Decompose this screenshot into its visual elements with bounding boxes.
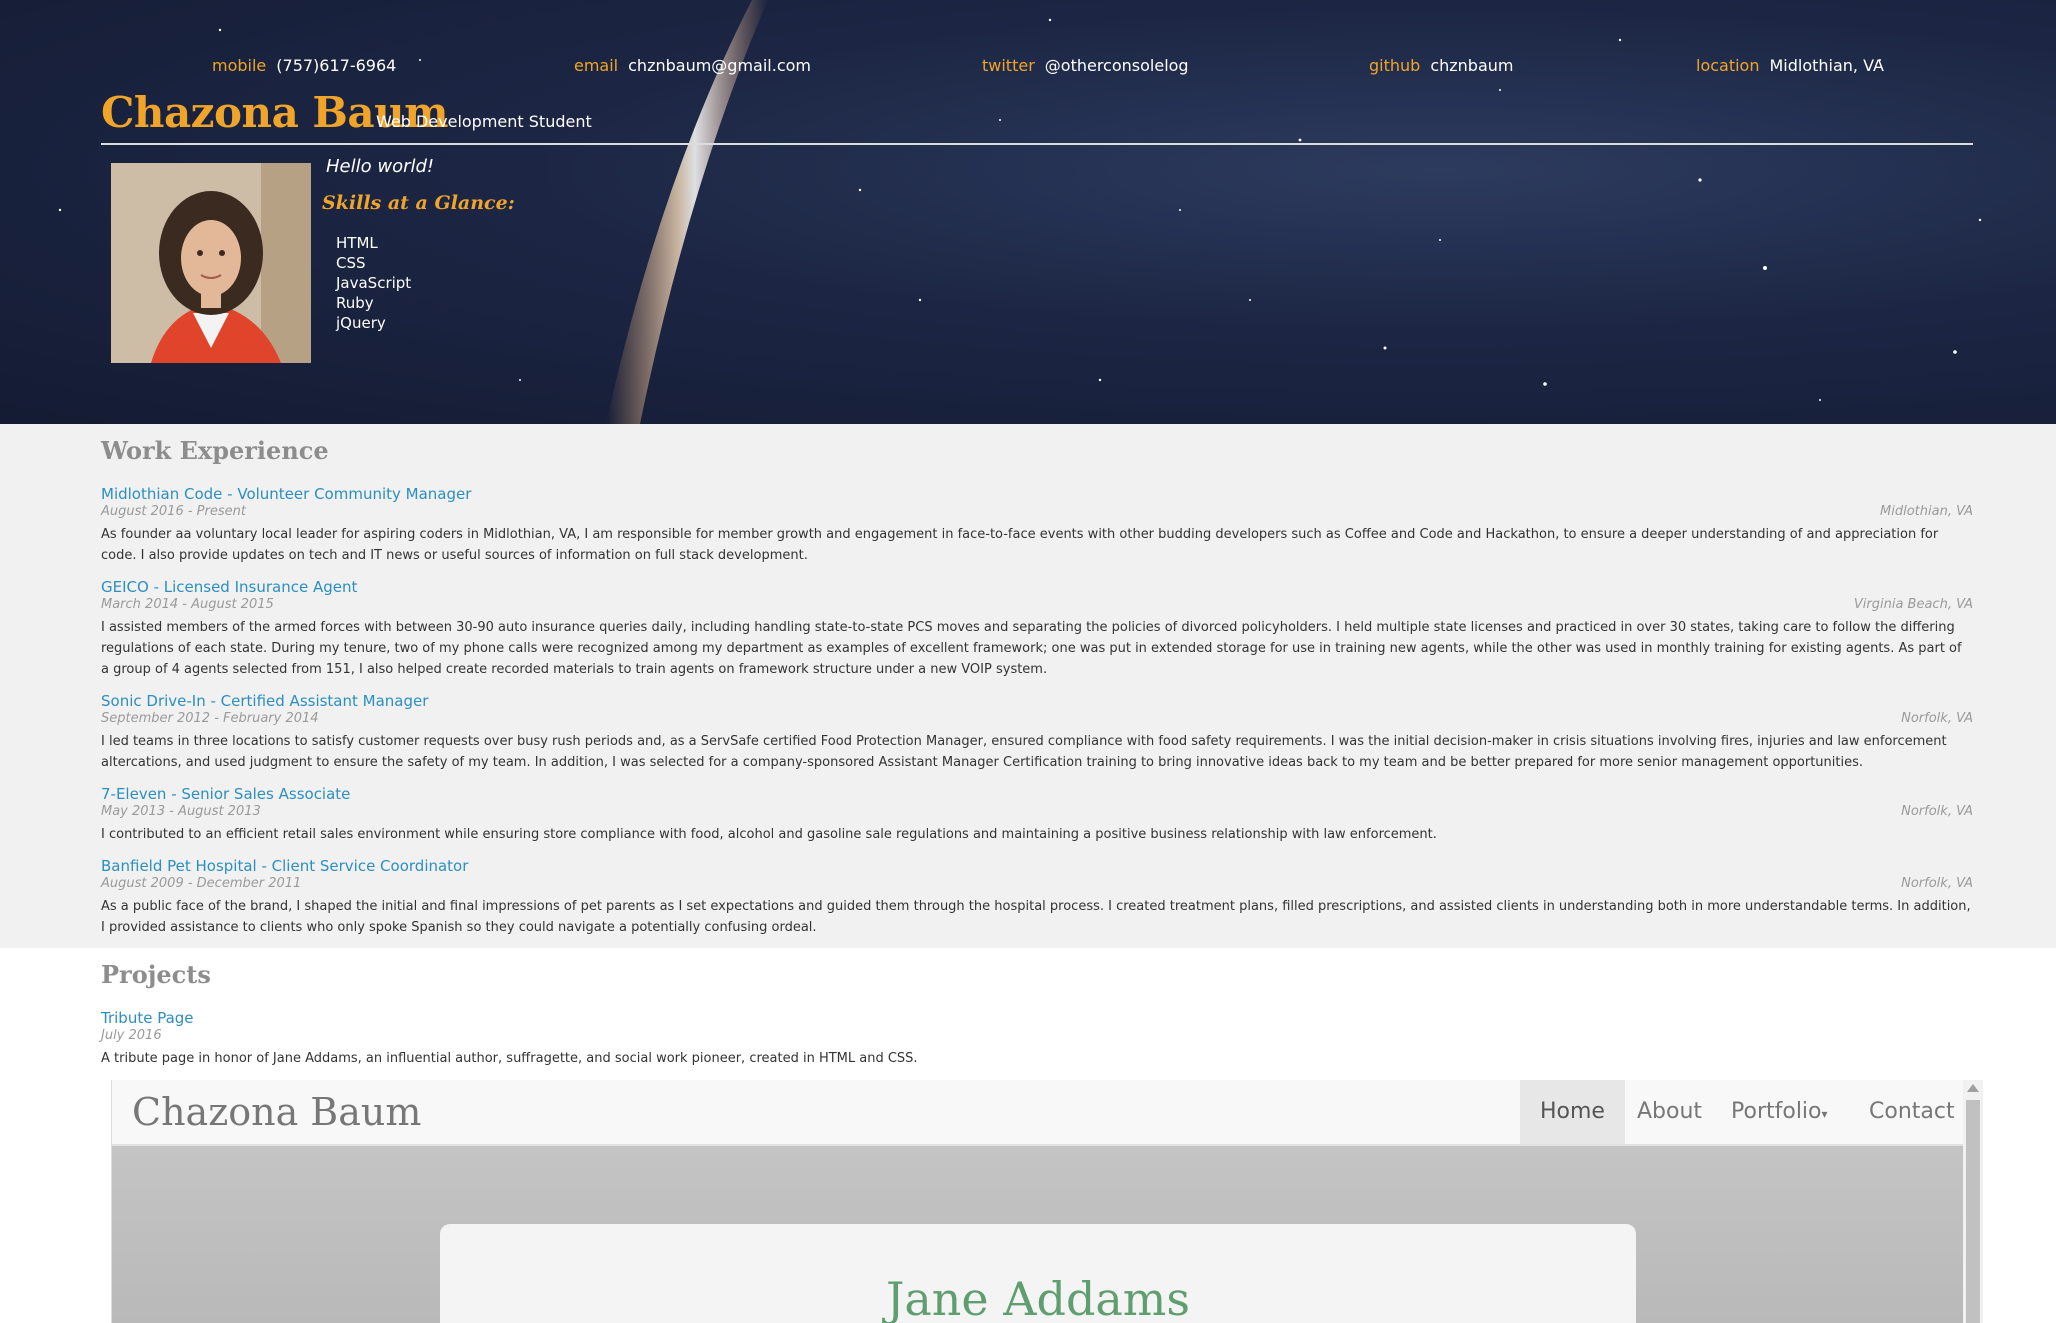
greeting-text: Hello world! — [326, 156, 435, 177]
preview-nav-home[interactable]: Home — [1520, 1080, 1625, 1144]
contact-label: twitter — [982, 56, 1035, 75]
scrollbar-thumb[interactable] — [1966, 1100, 1980, 1323]
skill-item: JavaScript — [336, 274, 412, 292]
project-date: July 2016 — [101, 1028, 162, 1043]
header-divider — [101, 143, 1973, 145]
job-location: Norfolk, VA — [1901, 876, 1973, 891]
contact-value[interactable]: @otherconsolelog — [1045, 56, 1189, 75]
skill-item: CSS — [336, 254, 366, 272]
contact-label: location — [1696, 56, 1760, 75]
preview-nav-contact[interactable]: Contact — [1849, 1080, 1975, 1144]
preview-brand[interactable]: Chazona Baum — [132, 1090, 421, 1134]
job-description: As a public face of the brand, I shaped … — [101, 899, 1971, 935]
contact-location: location Midlothian, VA — [1696, 56, 1884, 75]
role-subtitle: Web Development Student — [376, 112, 592, 131]
contact-twitter[interactable]: twitter @otherconsolelog — [982, 56, 1189, 75]
preview-navbar: Chazona Baum Home About Portfolio▾ Conta… — [112, 1080, 1964, 1146]
project-title-link[interactable]: Tribute Page — [101, 1008, 1973, 1028]
caret-down-icon: ▾ — [1821, 1107, 1828, 1121]
job-location: Midlothian, VA — [1880, 504, 1973, 519]
work-experience-heading: Work Experience — [101, 436, 329, 465]
job-title-link[interactable]: Sonic Drive-In - Certified Assistant Man… — [101, 691, 1973, 711]
job-entry: Banfield Pet Hospital - Client Service C… — [101, 856, 1973, 938]
work-experience-section: Work Experience Midlothian Code - Volunt… — [0, 424, 2056, 948]
job-location: Norfolk, VA — [1901, 711, 1973, 726]
contact-label: mobile — [212, 56, 267, 75]
contact-mobile: mobile (757)617-6964 — [212, 56, 396, 75]
project-description: A tribute page in honor of Jane Addams, … — [101, 1051, 918, 1066]
job-entry: 7-Eleven - Senior Sales Associate May 20… — [101, 784, 1973, 845]
job-dates: August 2016 - Present — [101, 504, 246, 519]
job-dates: September 2012 - February 2014 — [101, 711, 319, 726]
job-location: Virginia Beach, VA — [1853, 597, 1973, 612]
preview-nav-portfolio-label: Portfolio — [1731, 1099, 1822, 1124]
preview-nav-portfolio[interactable]: Portfolio▾ — [1711, 1080, 1848, 1144]
project-entry: Tribute Page July 2016 A tribute page in… — [101, 1008, 1973, 1069]
job-description: I contributed to an efficient retail sal… — [101, 827, 1437, 842]
header-banner: mobile (757)617-6964 email chznbaum@gmail.… — [0, 0, 2056, 424]
job-title-link[interactable]: 7-Eleven - Senior Sales Associate — [101, 784, 1973, 804]
contact-label: github — [1369, 56, 1421, 75]
job-entry: GEICO - Licensed Insurance Agent March 2… — [101, 577, 1973, 680]
job-description: I led teams in three locations to satisf… — [101, 734, 1947, 770]
job-dates: May 2013 - August 2013 — [101, 804, 261, 819]
job-title-link[interactable]: Banfield Pet Hospital - Client Service C… — [101, 856, 1973, 876]
contact-value: Midlothian, VA — [1769, 56, 1884, 75]
skill-item: jQuery — [336, 314, 386, 332]
scroll-up-arrow-icon[interactable] — [1967, 1084, 1979, 1092]
contact-github[interactable]: github chznbaum — [1369, 56, 1513, 75]
job-title-link[interactable]: Midlothian Code - Volunteer Community Ma… — [101, 484, 1973, 504]
skill-item: Ruby — [336, 294, 374, 312]
job-description: As founder aa voluntary local leader for… — [101, 527, 1939, 563]
contact-label: email — [574, 56, 619, 75]
preview-nav-about[interactable]: About — [1617, 1080, 1722, 1144]
job-location: Norfolk, VA — [1901, 804, 1973, 819]
job-description: I assisted members of the armed forces w… — [101, 620, 1962, 677]
preview-scrollbar[interactable] — [1963, 1080, 1983, 1323]
skill-item: HTML — [336, 234, 378, 252]
job-dates: August 2009 - December 2011 — [101, 876, 302, 891]
contact-value: (757)617-6964 — [276, 56, 397, 75]
contact-bar: mobile (757)617-6964 email chznbaum@gmail.… — [0, 56, 2056, 80]
contact-value[interactable]: chznbaum@gmail.com — [628, 56, 811, 75]
job-title-link[interactable]: GEICO - Licensed Insurance Agent — [101, 577, 1973, 597]
job-entry: Sonic Drive-In - Certified Assistant Man… — [101, 691, 1973, 773]
projects-heading: Projects — [101, 960, 211, 989]
preview-heading: Jane Addams — [885, 1272, 1191, 1323]
preview-card: Jane Addams — [440, 1224, 1636, 1323]
job-dates: March 2014 - August 2015 — [101, 597, 274, 612]
contact-email[interactable]: email chznbaum@gmail.com — [574, 56, 811, 75]
profile-photo — [111, 163, 311, 363]
project-preview-frame[interactable]: Chazona Baum Home About Portfolio▾ Conta… — [111, 1080, 1983, 1323]
skills-list: HTML CSS JavaScript Ruby jQuery — [336, 233, 411, 333]
job-entry: Midlothian Code - Volunteer Community Ma… — [101, 484, 1973, 566]
skills-heading: Skills at a Glance: — [322, 192, 515, 214]
contact-value[interactable]: chznbaum — [1430, 56, 1513, 75]
